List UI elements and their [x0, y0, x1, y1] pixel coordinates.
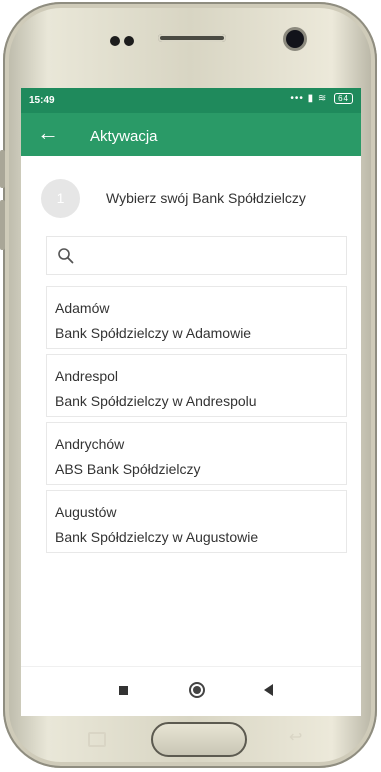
screen: 15:49 ••• ▮ ≋ 64 ← Aktywacja 1 Wybierz s…: [21, 88, 361, 716]
recent-apps-icon[interactable]: [119, 686, 128, 695]
back-icon[interactable]: [264, 684, 273, 696]
list-item[interactable]: Adamów Bank Spółdzielczy w Adamowie: [46, 286, 347, 349]
front-camera-icon: [286, 30, 304, 48]
navigation-bar: [21, 666, 361, 716]
arrow-left-icon[interactable]: ←: [37, 122, 59, 144]
battery-icon: 64: [334, 93, 353, 104]
list-item[interactable]: Andrespol Bank Spółdzielczy w Andrespolu: [46, 354, 347, 417]
hardware-back-icon[interactable]: ↩: [289, 730, 313, 746]
list-item[interactable]: Andrychów ABS Bank Spółdzielczy: [46, 422, 347, 485]
sensor-dots: [110, 33, 142, 46]
search-box[interactable]: [46, 236, 347, 276]
page-title: Aktywacja: [90, 128, 158, 145]
earpiece-speaker: [158, 34, 226, 42]
home-icon[interactable]: [189, 682, 205, 698]
bank-city: Adamów: [55, 300, 110, 316]
search-input[interactable]: [87, 237, 341, 276]
bank-name: Bank Spółdzielczy w Augustowie: [55, 529, 259, 545]
search-icon: [58, 248, 74, 264]
wifi-icon: ≋: [317, 93, 328, 104]
volume-button: [0, 200, 5, 250]
hardware-recent-icon[interactable]: [88, 732, 106, 747]
status-time: 15:49: [29, 95, 55, 106]
bank-city: Andrychów: [55, 436, 125, 452]
bank-city: Augustów: [55, 504, 117, 520]
main-content: 1 Wybierz swój Bank Spółdzielczy Adamów …: [21, 156, 361, 666]
volume-button: [0, 150, 5, 188]
status-bar: 15:49 ••• ▮ ≋ 64: [21, 88, 361, 113]
app-bar: ← Aktywacja: [21, 113, 361, 156]
bank-name: Bank Spółdzielczy w Andrespolu: [55, 393, 257, 409]
bank-name: Bank Spółdzielczy w Adamowie: [55, 325, 252, 341]
notification-dots-icon: •••: [290, 93, 304, 104]
step-number-badge: 1: [41, 179, 80, 218]
status-icons: ••• ▮ ≋ 64: [290, 93, 353, 104]
hardware-home-button[interactable]: [151, 722, 247, 757]
list-item[interactable]: Augustów Bank Spółdzielczy w Augustowie: [46, 490, 347, 553]
step-label: Wybierz swój Bank Spółdzielczy: [106, 190, 306, 206]
bank-name: ABS Bank Spółdzielczy: [55, 461, 201, 477]
bank-city: Andrespol: [55, 368, 119, 384]
bank-list: Adamów Bank Spółdzielczy w Adamowie Andr…: [46, 286, 347, 558]
signal-icon: ▮: [307, 93, 315, 104]
